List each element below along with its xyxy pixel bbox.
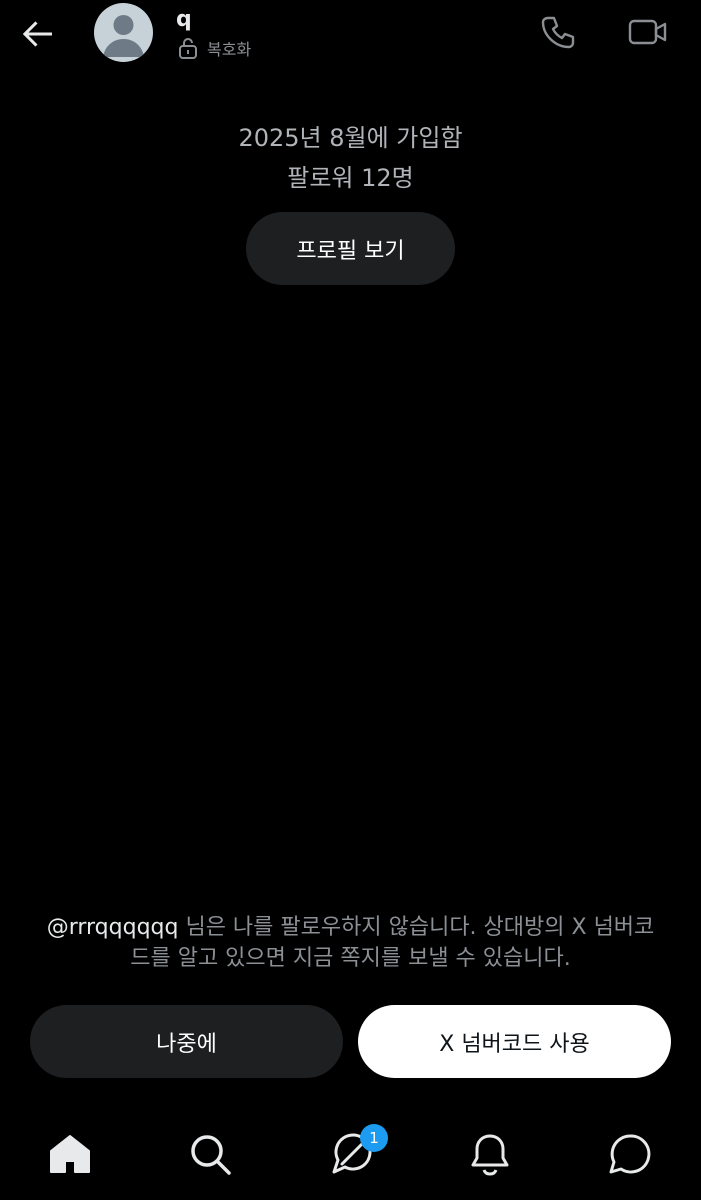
joined-date: 2025년 8월에 가입함 bbox=[238, 124, 463, 152]
follower-count: 팔로워 12명 bbox=[287, 164, 414, 192]
conversation-header: q 복호화 bbox=[0, 0, 701, 66]
conversation-title: q bbox=[176, 7, 192, 32]
back-arrow-icon[interactable] bbox=[18, 14, 58, 54]
use-x-code-button[interactable]: X 넘버코드 사용 bbox=[358, 1005, 671, 1078]
encryption-status[interactable]: 복호화 bbox=[178, 36, 251, 60]
user-handle[interactable]: @rrrqqqqqq bbox=[47, 915, 179, 940]
video-camera-icon[interactable] bbox=[628, 12, 668, 52]
lock-icon bbox=[179, 38, 197, 59]
phone-icon[interactable] bbox=[538, 12, 578, 52]
home-icon[interactable] bbox=[46, 1130, 94, 1178]
notifications-icon[interactable] bbox=[466, 1130, 514, 1178]
encryption-label: 복호화 bbox=[207, 40, 252, 59]
bottom-navigation bbox=[0, 1112, 701, 1200]
chat-icon[interactable] bbox=[606, 1130, 654, 1178]
view-profile-button[interactable]: 프로필 보기 bbox=[246, 212, 455, 285]
notice-message: 님은 나를 팔로우하지 않습니다. 상대방의 X 넘버코드를 알고 있으면 지금… bbox=[130, 915, 655, 971]
messages-badge: 1 bbox=[360, 1124, 388, 1152]
not-following-notice: @rrrqqqqqq 님은 나를 팔로우하지 않습니다. 상대방의 X 넘버코드… bbox=[40, 912, 661, 974]
search-icon[interactable] bbox=[186, 1130, 234, 1178]
later-button[interactable]: 나중에 bbox=[30, 1005, 343, 1078]
avatar[interactable] bbox=[94, 3, 153, 62]
